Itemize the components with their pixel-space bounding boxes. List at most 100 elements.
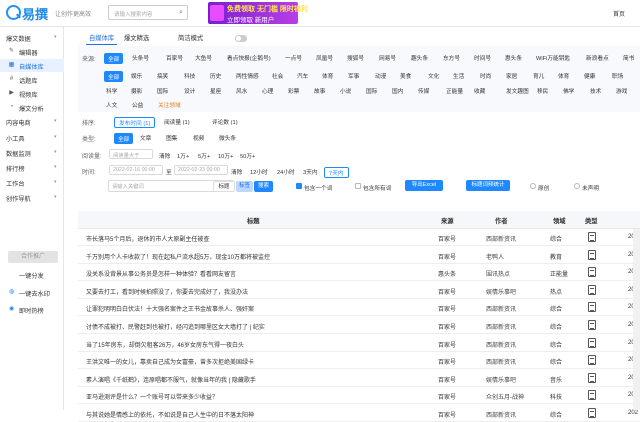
category-option[interactable]: 职场 [612, 71, 623, 80]
row-author[interactable]: 西部新资讯 [486, 340, 516, 349]
type-option[interactable]: 全部 [114, 133, 134, 144]
row-title[interactable]: 亚马逊测评是什么？一个账号可以带来多少收益？ [86, 392, 426, 401]
export-excel-button[interactable]: 导出Excel [405, 180, 443, 191]
row-author[interactable]: 娱情乐事吧 [486, 287, 516, 296]
sidebar-item[interactable]: 数据监测 ▾ [0, 146, 64, 159]
category-option[interactable]: 国际 [157, 86, 168, 95]
category-option[interactable]: 技术 [590, 86, 601, 95]
row-author[interactable]: 西部新资讯 [486, 410, 516, 419]
source-option[interactable]: 时间号 [474, 53, 491, 62]
sidebar-link[interactable]: ◍ 一键去水印 [0, 286, 64, 299]
promo-button[interactable]: 合作推广 [8, 251, 58, 263]
category-option[interactable]: 故事 [314, 86, 325, 95]
sidebar-item[interactable]: ▦ 自媒体库 [0, 59, 64, 72]
table-row[interactable]: 市长落马5个月后，退休的市人大原副主任被查百家号西部新资讯综合202 [78, 229, 640, 246]
tab-hot-picks[interactable]: 爆文精选 [121, 33, 152, 45]
table-row[interactable]: 又要去打工，看到时候拍照没了，你要去完成好了，我没办法百家号娱情乐事吧热点202 [78, 282, 640, 299]
row-title[interactable]: 没关系没背景从事公务员是怎样一种体验？看看网友留言 [86, 269, 426, 278]
sidebar-item[interactable]: # 话题库 [0, 73, 64, 86]
scrollbar[interactable] [633, 229, 640, 410]
sidebar-item[interactable]: 排行榜 ▾ [0, 161, 64, 174]
word-freq-button[interactable]: 标题词频统计 [466, 180, 510, 191]
category-option[interactable]: 国际 [366, 86, 377, 95]
tag-mode-button[interactable]: 标签 [236, 181, 253, 192]
type-option[interactable]: 视频 [193, 133, 204, 142]
row-title[interactable]: 当了15年房东，却倒欠租客26万，46岁女房东气得一夜白头 [86, 340, 426, 349]
table-row[interactable]: 素人演唱《千纸鹤》，连原唱都不服气，就像当年的我 | 隐藏歌手 百家号 娱情乐事吧 音… [78, 370, 640, 387]
row-author[interactable]: 西部新资讯 [486, 322, 516, 331]
category-option[interactable]: 移民 [537, 86, 548, 95]
read-clear-button[interactable]: 清除 [159, 151, 170, 160]
search-button[interactable]: 搜索 [254, 181, 273, 192]
category-option[interactable]: 公益 [132, 100, 143, 109]
follow-field-button[interactable]: 关注领域 [158, 100, 181, 109]
category-option[interactable]: 摄影 [131, 86, 142, 95]
row-title[interactable]: 又要去打工，看到时候拍照没了，你要去完成好了，我没办法 [86, 287, 426, 296]
source-option[interactable]: 全部 [104, 53, 124, 64]
row-author[interactable]: 西部新资讯 [486, 234, 516, 243]
time-start-input[interactable]: 2022-02-16 00:00 [109, 165, 163, 175]
category-option[interactable]: 娱乐 [131, 71, 142, 80]
title-mode-button[interactable]: 标题 [213, 181, 235, 192]
simple-mode-toggle[interactable] [235, 35, 247, 42]
category-option[interactable]: 科技 [184, 71, 195, 80]
source-option[interactable]: 简书 [623, 53, 634, 62]
table-row[interactable]: 亚马逊测评是什么？一个账号可以带来多少收益？百家号众创五月-战神科技202 [78, 387, 640, 405]
category-option[interactable]: 搞笑 [157, 71, 168, 80]
category-option[interactable]: 时尚 [480, 71, 491, 80]
row-author[interactable]: 众创五月-战神 [486, 392, 524, 401]
source-option[interactable]: 东方号 [443, 53, 460, 62]
time-option[interactable]: 3天内 [303, 167, 318, 176]
category-option[interactable]: 人文 [106, 100, 117, 109]
tab-media-library[interactable]: 自媒体库 [86, 33, 118, 45]
category-option[interactable]: 体育 [322, 71, 333, 80]
row-author[interactable]: 西部新资讯 [486, 357, 516, 366]
source-option[interactable]: 头条号 [132, 53, 149, 62]
category-option[interactable]: 彩票 [288, 86, 299, 95]
table-row[interactable]: 让罪犯明明白白伏法！十大强名案件之王书金故事杀人、强奸案百家号西部新资讯综合20… [78, 299, 640, 317]
sidebar-item[interactable]: 创作导航 ▾ [0, 191, 64, 204]
original-radio[interactable] [530, 183, 536, 189]
sidebar-item[interactable]: 小工具 ▾ [0, 131, 64, 144]
read-count-option[interactable]: 1万+ [177, 151, 189, 160]
source-option[interactable]: 一点号 [285, 53, 302, 62]
row-author[interactable]: 围讯热点 [486, 269, 510, 278]
category-option[interactable]: 汽车 [297, 71, 308, 80]
category-option[interactable]: 美食 [400, 71, 411, 80]
sidebar-link[interactable]: ◉ 即时热榜 [0, 303, 64, 316]
sidebar-item[interactable]: 工作台 ▾ [0, 176, 64, 189]
category-option[interactable]: 两性情感 [236, 71, 259, 80]
search-input[interactable]: 请输入搜索内容 [108, 5, 188, 20]
category-option[interactable]: 育儿 [533, 71, 544, 80]
category-option[interactable]: 发文趣图 [506, 86, 529, 95]
category-option[interactable]: 传媒 [418, 86, 429, 95]
logo-text[interactable]: 易撰 [22, 4, 48, 23]
category-option[interactable]: 全部 [104, 71, 124, 82]
sidebar-item[interactable]: ▶ 视频库 [0, 87, 64, 100]
include-one-checkbox[interactable] [296, 183, 302, 189]
read-count-input[interactable]: 阅读量大于 [109, 149, 153, 159]
home-link[interactable]: 首页 [613, 9, 625, 18]
type-option[interactable]: 文章 [140, 133, 151, 142]
category-option[interactable]: 佛学 [563, 86, 574, 95]
source-option[interactable]: 凤凰号 [316, 53, 333, 62]
category-option[interactable]: 动漫 [375, 71, 386, 80]
source-option[interactable]: 惠头条 [505, 53, 522, 62]
category-option[interactable]: 生活 [453, 71, 464, 80]
logo-icon[interactable] [6, 5, 21, 20]
row-title[interactable]: 王洪文唯一的女儿，靠卖自己成为女富豪，曾多次拒绝美国绿卡 [86, 357, 426, 366]
sidebar-link[interactable]: 一键分发 [0, 268, 64, 281]
type-option[interactable]: 图集 [166, 133, 177, 142]
category-option[interactable]: 正能量 [446, 86, 463, 95]
time-option[interactable]: 12小时 [250, 167, 268, 176]
time-option[interactable]: 24小时 [277, 167, 295, 176]
source-option[interactable]: 新浪看点 [586, 53, 609, 62]
table-row[interactable]: 王洪文唯一的女儿，靠卖自己成为女富豪，曾多次拒绝美国绿卡百家号西部新资讯综合20… [78, 352, 640, 370]
table-row[interactable]: 讨债不成被打、民警赶到也被打，经闪追到哪里区女大墙打了 | 纪实 百家号 西部新资讯… [78, 317, 640, 334]
category-option[interactable]: 心理 [262, 86, 273, 95]
time-option[interactable]: 清除 [231, 167, 242, 176]
read-count-option[interactable]: 10万+ [218, 151, 233, 160]
row-author[interactable]: 娱情乐事吧 [486, 375, 516, 384]
source-option[interactable]: WiFi万能钥匙 [536, 53, 570, 62]
sort-option[interactable]: 阅读量 (1) [164, 117, 190, 126]
